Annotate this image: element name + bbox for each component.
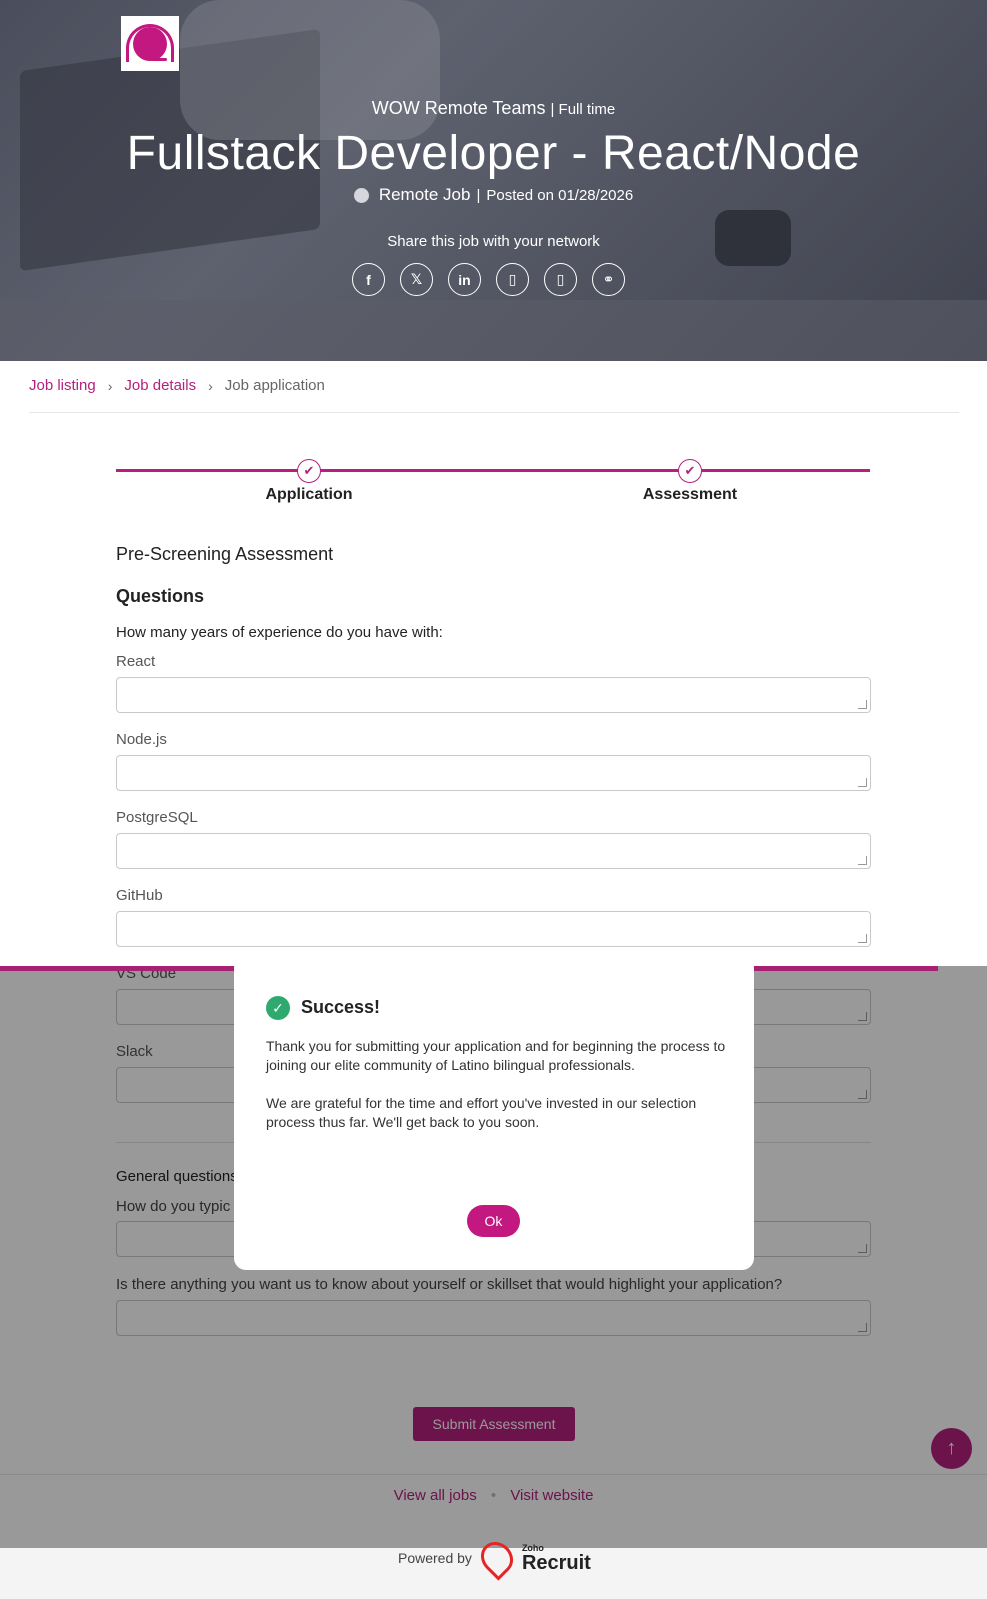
step-assessment-check-icon: ✔: [678, 459, 702, 483]
step-application-label: Application: [265, 486, 353, 503]
employment-type: Full time: [558, 101, 616, 118]
nodejs-years-input[interactable]: [116, 755, 871, 791]
globe-icon: [353, 187, 369, 203]
postgresql-years-input[interactable]: [116, 833, 871, 869]
job-location: Remote Job: [378, 185, 471, 204]
share-label: Share this job with your network: [387, 233, 600, 250]
breadcrumb-divider: [29, 412, 959, 413]
assessment-heading: Pre-Screening Assessment: [116, 544, 334, 564]
zoho-recruit-logo-icon: [474, 1535, 520, 1581]
job-header-banner: WOW Remote Teams | Full time Fullstack D…: [0, 0, 987, 361]
job-title: Fullstack Developer - React/Node: [126, 127, 861, 180]
experience-question: How many years of experience do you have…: [116, 624, 443, 641]
company-logo[interactable]: [121, 16, 179, 71]
facebook-icon[interactable]: f: [352, 263, 385, 296]
github-label: GitHub: [116, 887, 163, 904]
powered-by-label: Powered by: [398, 1550, 472, 1566]
react-label: React: [116, 653, 156, 670]
share-icon-5[interactable]: ▯: [544, 263, 577, 296]
company-name: WOW Remote Teams: [371, 98, 546, 118]
react-years-input[interactable]: [116, 677, 871, 713]
nodejs-label: Node.js: [116, 731, 167, 748]
share-icon-4[interactable]: ▯: [496, 263, 529, 296]
breadcrumb: Job listing › Job details › Job applicat…: [29, 377, 325, 394]
posted-date: Posted on 01/28/2026: [486, 186, 634, 204]
success-check-icon: ✓: [266, 996, 290, 1020]
stepper-progress-line: [116, 469, 870, 472]
breadcrumb-job-listing[interactable]: Job listing: [29, 377, 96, 394]
questions-heading: Questions: [116, 586, 205, 606]
link-icon[interactable]: ⚭: [592, 263, 625, 296]
linkedin-icon[interactable]: in: [448, 263, 481, 296]
company-line: WOW Remote Teams | Full time: [371, 98, 616, 118]
share-buttons: f 𝕏 in ▯ ▯ ⚭: [352, 263, 625, 296]
breadcrumb-job-details[interactable]: Job details: [124, 377, 196, 394]
chevron-right-icon: ›: [208, 377, 213, 394]
success-title: Success!: [301, 997, 381, 1017]
breadcrumb-job-application: Job application: [224, 377, 325, 394]
zoho-recruit-wordmark: Zoho Recruit: [521, 1542, 591, 1574]
github-years-input[interactable]: [116, 911, 871, 947]
ok-button[interactable]: Ok: [467, 1205, 520, 1237]
success-message-1: Thank you for submitting your applicatio…: [266, 1038, 726, 1073]
chevron-right-icon: ›: [107, 377, 113, 394]
success-dialog: ✓ Success! Thank you for submitting your…: [234, 956, 754, 1270]
postgresql-label: PostgreSQL: [116, 809, 198, 826]
powered-by[interactable]: Powered by Zoho Recruit: [398, 1535, 591, 1581]
x-icon[interactable]: 𝕏: [400, 263, 433, 296]
job-meta: Remote Job | Posted on 01/28/2026: [0, 185, 987, 205]
success-message-2: We are grateful for the time and effort …: [266, 1095, 697, 1130]
step-assessment-label: Assessment: [642, 486, 738, 503]
step-application-check-icon: ✔: [297, 459, 321, 483]
